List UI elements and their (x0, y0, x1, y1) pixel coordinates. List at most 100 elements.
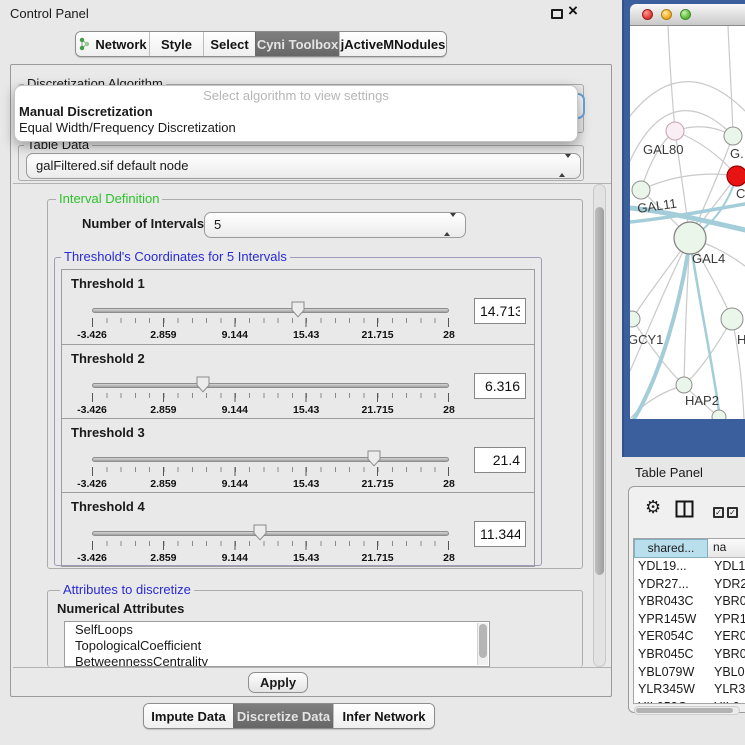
node-gal11[interactable] (632, 181, 650, 199)
node-label: GAL80 (643, 142, 683, 157)
tab-infer-network[interactable]: Infer Network (333, 704, 434, 728)
main-scrollbar-thumb[interactable] (595, 207, 604, 575)
close-icon[interactable]: × (568, 1, 578, 21)
tab-jactivemnodules[interactable]: jActiveMNodules (339, 32, 446, 56)
major-ticks (92, 318, 449, 327)
table-panel-title: Table Panel (635, 465, 703, 480)
float-icon[interactable] (551, 9, 563, 19)
threshold-value-input[interactable] (474, 521, 526, 547)
slider-thumb-icon[interactable] (367, 450, 382, 467)
spinner-icon (559, 154, 571, 178)
tab-select[interactable]: Select (203, 32, 255, 56)
table-horizontal-scrollbar[interactable] (634, 706, 740, 715)
zoom-traffic-light-icon[interactable] (680, 9, 691, 20)
slider-track[interactable] (92, 383, 449, 388)
threshold-slider[interactable]: -3.4262.8599.14415.4321.71528 (92, 524, 449, 566)
dropdown-option-equal-width[interactable]: Equal Width/Frequency Discretization (15, 120, 577, 136)
threshold-label: Threshold 2 (71, 351, 145, 366)
table-row[interactable]: YLR345WYLR3 (634, 681, 745, 699)
group-title: Threshold's Coordinates for 5 Intervals (61, 250, 290, 264)
node-hap2[interactable] (676, 377, 692, 393)
tick-labels: -3.4262.8599.14415.4321.71528 (92, 404, 449, 416)
table-row[interactable]: YDR27...YDR2 (634, 576, 745, 594)
tab-cyni-toolbox[interactable]: Cyni Toolbox (255, 32, 339, 56)
interval-definition-group: Interval Definition Number of Intervals … (47, 199, 583, 569)
spinner-icon (444, 213, 456, 237)
slider-thumb-icon[interactable] (252, 524, 267, 541)
node-label: HAP2 (685, 393, 719, 408)
close-traffic-light-icon[interactable] (642, 9, 653, 20)
list-scrollbar-thumb[interactable] (479, 624, 487, 658)
slider-track[interactable] (92, 531, 449, 536)
node-gal80[interactable] (666, 122, 684, 140)
threshold-slider[interactable]: -3.4262.8599.14415.4321.71528 (92, 301, 449, 343)
threshold-value-input[interactable] (474, 298, 526, 324)
network-canvas[interactable]: GAL80 G. C GAL11 GAL4 GCY1 H HAP2 (630, 26, 745, 419)
slider-track[interactable] (92, 308, 449, 313)
node-gcy1[interactable] (630, 311, 640, 327)
node[interactable] (712, 410, 726, 419)
table-row[interactable]: YBL079WYBL0 (634, 664, 745, 682)
threshold-value-input[interactable] (474, 373, 526, 399)
node-gal4[interactable] (674, 222, 706, 254)
table-panel: Table Panel ⚙ ✓ ✓ shared... na YDL19...Y… (620, 457, 745, 745)
main-scrollbar[interactable] (593, 184, 606, 667)
threshold-label: Threshold 1 (71, 276, 145, 291)
list-scrollbar[interactable] (477, 623, 488, 665)
network-window-frame: GAL80 G. C GAL11 GAL4 GCY1 H HAP2 (622, 0, 745, 457)
threshold-slider[interactable]: -3.4262.8599.14415.4321.71528 (92, 376, 449, 418)
slider-track[interactable] (92, 457, 449, 462)
node-label: GAL4 (692, 251, 725, 266)
minimize-traffic-light-icon[interactable] (661, 9, 672, 20)
column-header-name[interactable]: na (708, 539, 745, 558)
checkbox-icon[interactable]: ✓ (713, 507, 724, 518)
tab-label: Network (95, 37, 146, 52)
tab-style[interactable]: Style (149, 32, 203, 56)
node[interactable] (721, 308, 743, 330)
table-row[interactable]: YPR145WYPR1 (634, 611, 745, 629)
tab-network[interactable]: Network (76, 32, 149, 56)
number-of-intervals-select[interactable]: 5 (204, 212, 466, 238)
slider-thumb-icon[interactable] (290, 301, 305, 318)
slider-thumb-icon[interactable] (195, 376, 210, 393)
split-pane-icon[interactable] (675, 500, 694, 518)
algorithm-dropdown: Select algorithm to view settings Manual… (14, 85, 578, 142)
table-data-select[interactable]: galFiltered.sif default node (26, 153, 581, 179)
divider (13, 667, 611, 668)
list-item[interactable]: SelfLoops (65, 622, 489, 638)
dropdown-hint: Select algorithm to view settings (15, 86, 577, 104)
threshold-label: Threshold 4 (71, 499, 145, 514)
apply-button[interactable]: Apply (248, 672, 308, 693)
divider (13, 183, 611, 184)
group-title: Attributes to discretize (60, 583, 194, 597)
tick-labels: -3.4262.8599.14415.4321.71528 (92, 329, 449, 341)
threshold-slider[interactable]: -3.4262.8599.14415.4321.71528 (92, 450, 449, 492)
checkbox-icon[interactable]: ✓ (727, 507, 738, 518)
table-row[interactable]: YER054CYER0 (634, 628, 745, 646)
table-row[interactable]: YDL19...YDL1 (634, 558, 745, 576)
threshold-value-input[interactable] (474, 447, 526, 473)
threshold-label: Threshold 3 (71, 425, 145, 440)
tab-discretize-data[interactable]: Discretize Data (233, 704, 333, 728)
table-panel-body: ⚙ ✓ ✓ shared... na YDL19...YDL1 YDR27...… (628, 486, 745, 713)
threshold-row-4: Threshold 4 -3.4262.8599.14415.4321.7152… (62, 492, 534, 566)
gear-icon[interactable]: ⚙ (645, 496, 661, 518)
screen: Control Panel × Network Style Select Cyn… (0, 0, 745, 745)
table-row[interactable]: YIL052CYIL0 (634, 699, 745, 704)
node-selected[interactable] (727, 166, 745, 186)
table-scrollbar-thumb[interactable] (636, 708, 733, 713)
column-header-shared-name[interactable]: shared... (634, 539, 708, 558)
network-graph: GAL80 G. C GAL11 GAL4 GCY1 H HAP2 (630, 26, 745, 419)
table-row[interactable]: YBR045CYBR0 (634, 646, 745, 664)
network-window-titlebar[interactable] (630, 4, 745, 26)
tab-impute-data[interactable]: Impute Data (144, 704, 233, 728)
node-label: GCY1 (630, 332, 663, 347)
node[interactable] (724, 127, 742, 145)
threshold-row-2: Threshold 2 -3.4262.8599.14415.4321.7152… (62, 344, 534, 418)
list-item[interactable]: BetweennessCentrality (65, 654, 489, 667)
table-row[interactable]: YBR043CYBR0 (634, 593, 745, 611)
threshold-row-1: Threshold 1 -3.4262.8599.14415.4321.7152… (62, 270, 534, 344)
list-item[interactable]: TopologicalCoefficient (65, 638, 489, 654)
dropdown-option-manual[interactable]: Manual Discretization (15, 104, 577, 120)
network-icon (78, 37, 90, 51)
